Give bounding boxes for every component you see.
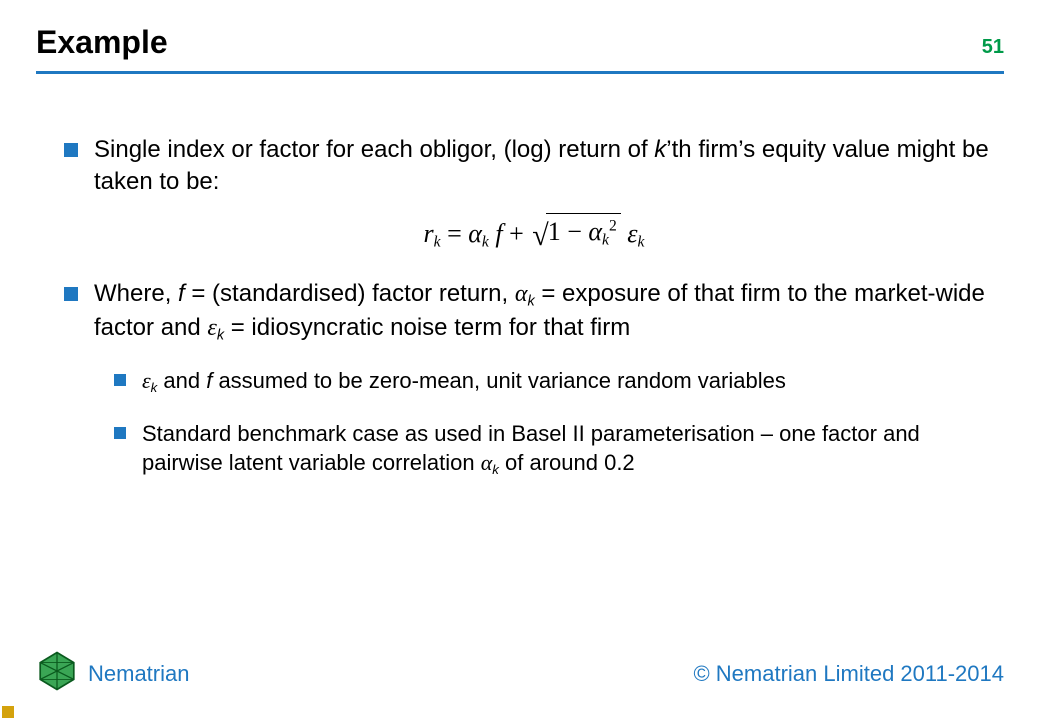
text-frag: Where, (94, 280, 178, 307)
logo-icon (36, 650, 78, 698)
var-epsilon: ε (142, 368, 151, 393)
var-sub-k: k (527, 294, 534, 310)
var-f: f (178, 280, 185, 307)
eq-sub-k: k (602, 231, 609, 248)
list-item: Single index or factor for each obligor,… (64, 134, 1004, 256)
text-frag: Single index or factor for each obligor,… (94, 136, 654, 163)
eq-one: 1 (548, 217, 561, 246)
brand: Nematrian (36, 650, 189, 698)
eq-plus: + (509, 219, 530, 248)
bullet-2-text: Where, f = (standardised) factor return,… (94, 280, 985, 341)
eq-sub-k: k (434, 233, 441, 250)
footer: Nematrian © Nematrian Limited 2011-2014 (36, 650, 1004, 698)
eq-epsilon: ε (627, 219, 637, 248)
var-alpha: α (481, 450, 493, 475)
var-epsilon: ε (207, 315, 216, 341)
text-frag: of around 0.2 (499, 450, 635, 475)
slide-body: Single index or factor for each obligor,… (36, 134, 1004, 479)
bullet-1-text: Single index or factor for each obligor,… (94, 136, 989, 195)
page-title: Example (36, 24, 168, 61)
eq-sub-k: k (482, 233, 489, 250)
equation: rk = αk f + √1 − αk2 εk (64, 215, 1004, 257)
var-alpha: α (515, 281, 528, 307)
sub-bullet-2-text: Standard benchmark case as used in Basel… (142, 421, 920, 476)
copyright-text: © Nematrian Limited 2011-2014 (693, 661, 1004, 687)
eq-sub-k: k (638, 233, 645, 250)
brand-name: Nematrian (88, 661, 189, 687)
corner-marker-icon (2, 706, 14, 718)
bullet-list: Single index or factor for each obligor,… (44, 134, 1004, 479)
header: Example 51 (36, 24, 1004, 61)
text-frag: and (157, 368, 206, 393)
var-sub-k: k (217, 327, 224, 343)
var-sub-k: k (492, 462, 499, 477)
eq-sup-2: 2 (609, 217, 617, 234)
eq-alpha: α (468, 219, 482, 248)
sub-bullet-1-text: εk and f assumed to be zero-mean, unit v… (142, 368, 786, 393)
list-item: Where, f = (standardised) factor return,… (64, 278, 1004, 479)
eq-f: f (489, 219, 509, 248)
eq-sqrt: √1 − αk2 (532, 215, 621, 257)
sub-bullet-list: εk and f assumed to be zero-mean, unit v… (94, 366, 1004, 479)
list-item: εk and f assumed to be zero-mean, unit v… (114, 366, 1004, 397)
eq-alpha: α (588, 217, 602, 246)
text-frag: assumed to be zero-mean, unit variance r… (212, 368, 786, 393)
title-rule (36, 71, 1004, 74)
eq-equals: = (441, 219, 469, 248)
var-k: k (654, 136, 666, 163)
eq-minus: − (561, 217, 589, 246)
text-frag: = idiosyncratic noise term for that firm (224, 314, 630, 341)
slide: Example 51 Single index or factor for ea… (0, 0, 1040, 720)
page-number: 51 (982, 36, 1004, 59)
list-item: Standard benchmark case as used in Basel… (114, 419, 1004, 479)
text-frag: = (standardised) factor return, (185, 280, 515, 307)
eq-r: r (424, 219, 434, 248)
eq-sqrt-content: 1 − αk2 (546, 213, 621, 251)
